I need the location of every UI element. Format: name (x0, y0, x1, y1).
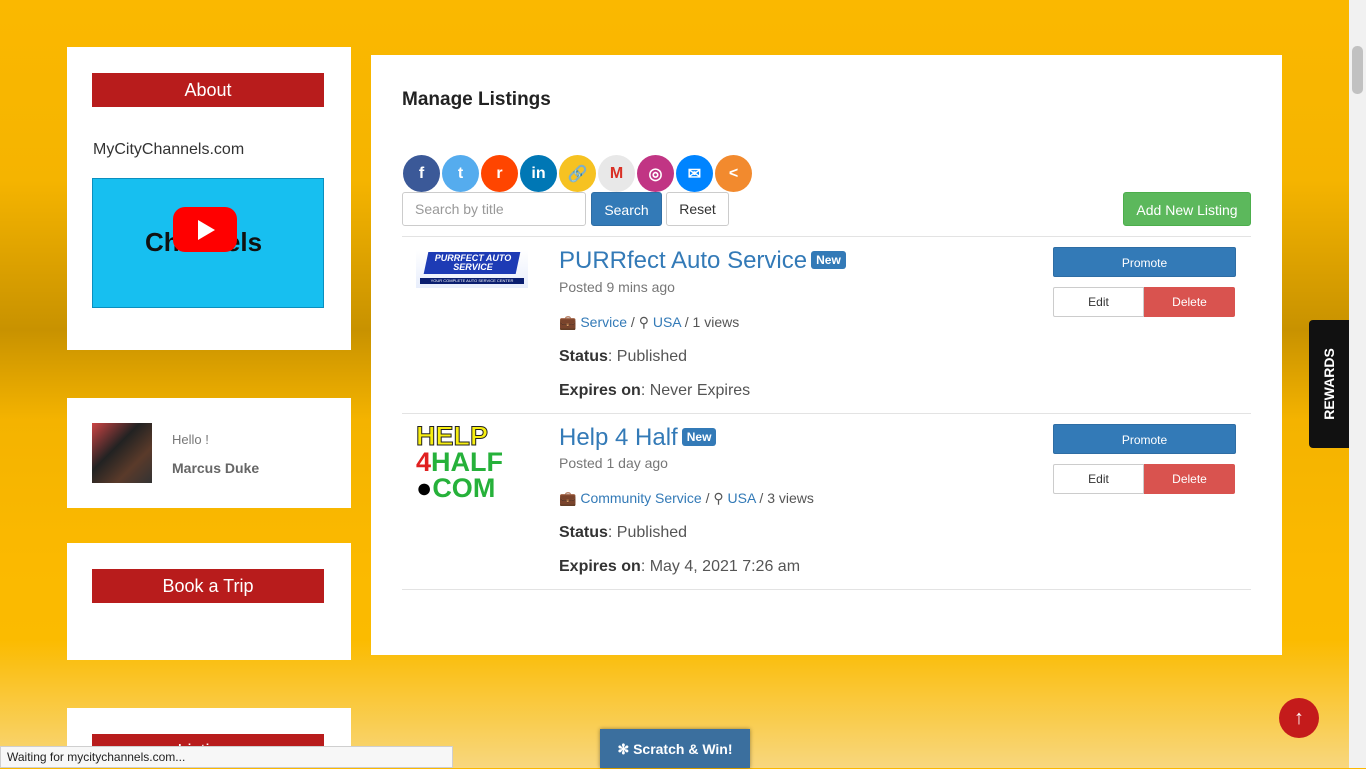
scrollbar[interactable] (1349, 0, 1366, 768)
category-link[interactable]: Community Service (580, 490, 701, 506)
rewards-tab[interactable]: REWARDS (1309, 320, 1349, 448)
posted-time: Posted 1 day ago (559, 455, 668, 471)
reddit-icon-glyph: r (496, 164, 503, 182)
facebook-icon-glyph: f (418, 164, 425, 182)
about-heading: About (92, 73, 324, 107)
scrollbar-thumb[interactable] (1352, 46, 1363, 94)
instagram-icon-glyph: ◎ (648, 165, 663, 183)
greeting: Hello ! (172, 432, 209, 447)
more-share-icon-glyph: < (728, 164, 739, 182)
location-link[interactable]: USA (728, 490, 756, 506)
instagram-icon[interactable]: ◎ (637, 155, 674, 192)
expires-line: Expires on: May 4, 2021 7:26 am (559, 558, 801, 575)
listing-title[interactable]: PURRfect Auto Service New (559, 247, 846, 275)
thumbnail-text-4half: 4HALF (416, 447, 504, 477)
status-value: Published (616, 524, 688, 541)
reddit-icon[interactable]: r (481, 155, 518, 192)
expires-value: Never Expires (649, 382, 751, 399)
thumbnail-subtext: YOUR COMPLETE AUTO SERVICE CENTER (420, 278, 524, 284)
divider (402, 413, 1251, 414)
trip-card: Book a Trip (67, 543, 351, 660)
thumbnail-text: PURRFECT AUTO SERVICE (434, 253, 512, 272)
map-marker-icon: ⚲ (638, 314, 649, 330)
listing-title-text[interactable]: Help 4 Half (559, 424, 678, 451)
avatar (92, 423, 152, 483)
thumbnail-text-com: ●COM (416, 473, 496, 503)
scratch-label: Scratch & Win! (633, 741, 733, 757)
delete-button[interactable]: Delete (1144, 464, 1235, 494)
listing-meta: 💼 Community Service / ⚲ USA / 3 views (559, 490, 814, 506)
rewards-label: REWARDS (1321, 348, 1337, 420)
twitter-icon-glyph: t (457, 164, 464, 182)
twitter-icon[interactable]: t (442, 155, 479, 192)
back-to-top-button[interactable]: ↑ (1279, 698, 1319, 738)
promote-button[interactable]: Promote (1053, 247, 1236, 277)
about-site-text: MyCityChannels.com (93, 141, 245, 158)
browser-status-bar: Waiting for mycitychannels.com... (0, 746, 453, 768)
promote-button[interactable]: Promote (1053, 424, 1236, 454)
about-card: About MyCityChannels.com Channels (67, 47, 351, 350)
expires-label: Expires on (559, 382, 641, 399)
new-badge: New (681, 428, 717, 446)
thumbnail-text-help: HELP (416, 421, 489, 451)
more-share-icon[interactable]: < (715, 155, 752, 192)
messenger-icon[interactable]: ✉ (676, 155, 713, 192)
new-badge: New (811, 251, 846, 269)
add-new-listing-button[interactable]: Add New Listing (1123, 192, 1251, 226)
search-button[interactable]: Search (591, 192, 662, 226)
linkedin-icon-glyph: in (531, 164, 546, 182)
gift-icon: ✻ (617, 741, 634, 757)
edit-button[interactable]: Edit (1053, 287, 1144, 317)
expires-line: Expires on: Never Expires (559, 382, 751, 399)
gmail-icon[interactable]: M (598, 155, 635, 192)
user-name[interactable]: Marcus Duke (172, 460, 259, 476)
copy-link-icon[interactable]: 🔗 (559, 155, 596, 192)
trip-heading: Book a Trip (92, 569, 324, 603)
listing-thumbnail[interactable]: PURRFECT AUTO SERVICE YOUR COMPLETE AUTO… (416, 250, 528, 288)
linkedin-icon[interactable]: in (520, 155, 557, 192)
delete-button[interactable]: Delete (1144, 287, 1235, 317)
facebook-icon[interactable]: f (403, 155, 440, 192)
status-value: Published (616, 348, 688, 365)
video-thumbnail[interactable]: Channels (92, 178, 324, 308)
listing-thumbnail[interactable]: HELP 4HALF ●COM (416, 421, 528, 503)
manage-listings-panel: Manage Listings f t r in 🔗 M ◎ ✉ < Search by tit… (371, 55, 1282, 655)
listing-title[interactable]: Help 4 Half New (559, 424, 717, 452)
divider (402, 236, 1251, 237)
status-label: Status (559, 348, 608, 365)
briefcase-icon: 💼 (559, 314, 577, 330)
posted-time: Posted 9 mins ago (559, 279, 675, 295)
briefcase-icon: 💼 (559, 490, 577, 506)
map-marker-icon: ⚲ (713, 490, 724, 506)
status-line: Status: Published (559, 524, 688, 541)
youtube-play-icon[interactable] (173, 207, 237, 252)
page-title: Manage Listings (402, 89, 551, 110)
edit-button[interactable]: Edit (1053, 464, 1144, 494)
listing-title-text[interactable]: PURRfect Auto Service (559, 247, 807, 274)
share-bar: f t r in 🔗 M ◎ ✉ < (403, 155, 752, 192)
messenger-icon-glyph: ✉ (687, 165, 702, 183)
user-card: Hello ! Marcus Duke (67, 398, 351, 508)
scratch-and-win-button[interactable]: ✻ Scratch & Win! (600, 729, 750, 768)
status-label: Status (559, 524, 608, 541)
expires-value: May 4, 2021 7:26 am (649, 558, 801, 575)
reset-button[interactable]: Reset (666, 192, 729, 226)
divider (402, 589, 1251, 590)
search-input[interactable]: Search by title (402, 192, 586, 226)
expires-label: Expires on (559, 558, 641, 575)
category-link[interactable]: Service (580, 314, 627, 330)
views-count: 3 views (767, 490, 814, 506)
views-count: 1 views (692, 314, 740, 330)
listing-meta: 💼 Service / ⚲ USA / 1 views (559, 314, 740, 330)
copy-link-icon-glyph: 🔗 (567, 165, 588, 183)
gmail-icon-glyph: M (609, 164, 624, 182)
location-link[interactable]: USA (653, 314, 681, 330)
status-line: Status: Published (559, 348, 688, 365)
